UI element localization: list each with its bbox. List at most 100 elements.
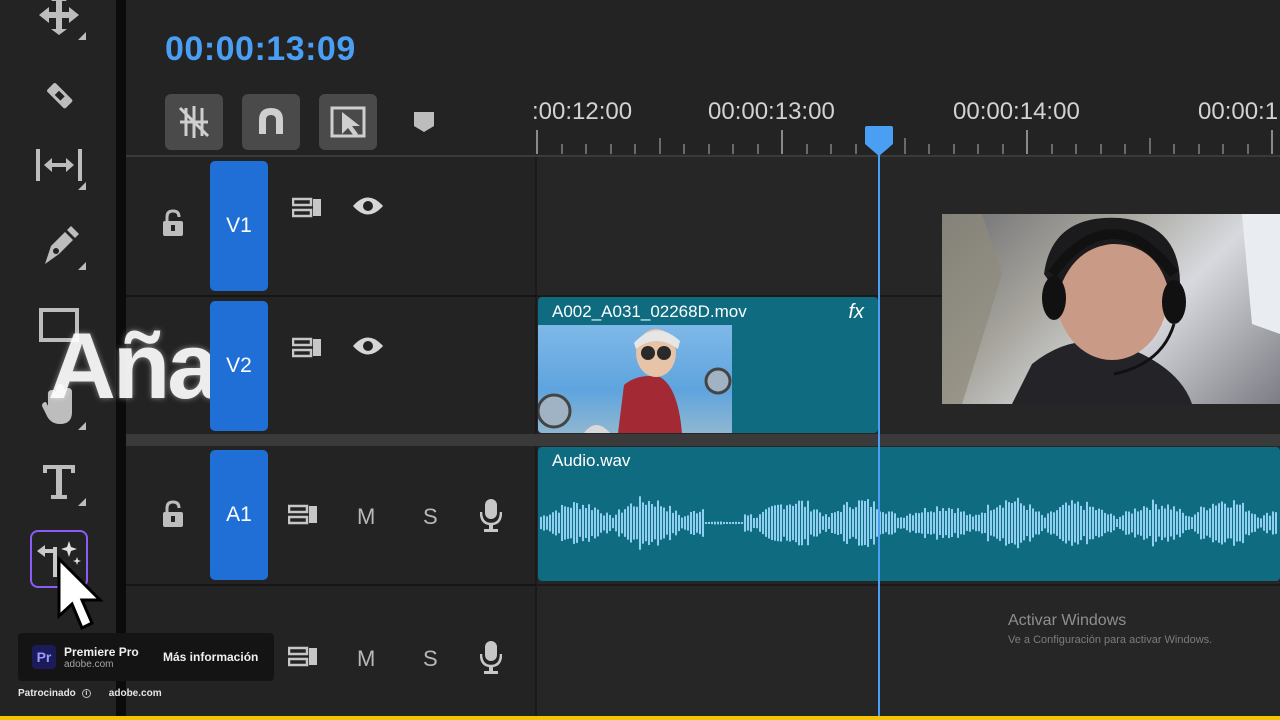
waveform-sample xyxy=(1071,500,1073,546)
waveform-sample xyxy=(624,509,626,537)
waveform-sample xyxy=(726,521,728,525)
playhead-line[interactable] xyxy=(878,150,880,720)
track-header-v1: V1 xyxy=(126,157,536,295)
waveform-sample xyxy=(768,507,770,539)
waveform-sample xyxy=(1239,504,1241,542)
mute-button[interactable]: M xyxy=(357,646,375,672)
waveform-sample xyxy=(912,515,914,531)
waveform-sample xyxy=(1233,500,1235,546)
insert-nest-toggle-button[interactable] xyxy=(165,94,223,150)
eye-icon[interactable] xyxy=(352,335,384,357)
playhead-handle[interactable] xyxy=(865,126,893,156)
waveform-sample xyxy=(1209,508,1211,538)
waveform-sample xyxy=(1032,508,1034,538)
waveform-sample xyxy=(657,500,659,546)
waveform-sample xyxy=(804,506,806,540)
waveform-sample xyxy=(570,507,572,539)
sync-lock-icon[interactable] xyxy=(292,337,322,359)
waveform-sample xyxy=(933,512,935,534)
waveform-sample xyxy=(1146,507,1148,539)
add-marker-icon[interactable] xyxy=(412,110,436,134)
type-tool-button[interactable] xyxy=(30,452,88,510)
waveform-sample xyxy=(993,509,995,537)
waveform-sample xyxy=(1188,516,1190,530)
fx-badge[interactable]: fx xyxy=(848,301,864,324)
ruler-tick xyxy=(1124,144,1126,154)
lock-icon[interactable] xyxy=(162,209,184,237)
waveform-sample xyxy=(573,502,575,544)
waveform-sample xyxy=(924,507,926,539)
track-target-v2[interactable]: V2 xyxy=(210,301,268,431)
info-icon[interactable]: i xyxy=(81,689,91,698)
waveform-sample xyxy=(1197,512,1199,534)
sync-lock-icon[interactable] xyxy=(292,197,322,219)
ruler-tick xyxy=(756,144,759,154)
pen-tool-button[interactable] xyxy=(30,216,88,274)
waveform-sample xyxy=(1104,512,1106,534)
waveform-sample xyxy=(972,516,974,530)
waveform-sample xyxy=(834,512,836,534)
waveform-sample xyxy=(930,511,932,535)
mute-button[interactable]: M xyxy=(357,504,375,530)
video-audio-divider[interactable] xyxy=(126,434,1280,446)
video-clip-name: A002_A031_02268D.mov xyxy=(552,302,747,321)
waveform-sample xyxy=(831,513,833,533)
waveform-sample xyxy=(1272,511,1274,535)
waveform-sample xyxy=(648,500,650,546)
waveform-sample xyxy=(687,515,689,531)
waveform-sample xyxy=(1065,502,1067,544)
ruler-tick xyxy=(658,138,661,154)
waveform-sample xyxy=(1026,509,1028,537)
waveform-sample xyxy=(792,505,794,541)
waveform-sample xyxy=(564,506,566,540)
sync-lock-icon[interactable] xyxy=(288,504,318,526)
waveform-sample xyxy=(813,509,815,537)
eye-icon[interactable] xyxy=(352,195,384,217)
waveform-sample xyxy=(696,513,698,533)
waveform-sample xyxy=(861,500,863,546)
waveform-sample xyxy=(1155,504,1157,542)
waveform-sample xyxy=(960,511,962,535)
waveform-sample xyxy=(1167,504,1169,542)
ruler-tick xyxy=(781,130,783,154)
video-clip[interactable]: A002_A031_02268D.mov fx xyxy=(538,297,878,433)
time-ruler[interactable]: :00:12:00 00:00:13:00 00:00:14:00 00:00:… xyxy=(532,90,1280,156)
waveform-sample xyxy=(1254,514,1256,532)
razor-tool-button[interactable] xyxy=(30,66,88,124)
audio-clip[interactable]: Audio.wav xyxy=(538,447,1280,581)
waveform-sample xyxy=(681,517,683,529)
move-tool-button[interactable] xyxy=(30,0,88,44)
bottom-highlight-bar xyxy=(0,716,1280,720)
waveform-sample xyxy=(1059,507,1061,539)
lock-icon[interactable] xyxy=(162,500,184,528)
linked-selection-button[interactable] xyxy=(319,94,377,150)
waveform-sample xyxy=(1149,510,1151,536)
waveform-sample xyxy=(1260,518,1262,528)
slip-tool-button[interactable] xyxy=(30,136,88,194)
waveform-sample xyxy=(1086,501,1088,545)
playhead-timecode[interactable]: 00:00:13:09 xyxy=(165,30,356,69)
waveform-sample xyxy=(1158,509,1160,537)
pen-icon xyxy=(45,226,79,264)
waveform-sample xyxy=(1182,512,1184,534)
waveform-sample xyxy=(729,521,731,525)
track-target-v1[interactable]: V1 xyxy=(210,161,268,291)
snap-button[interactable] xyxy=(242,94,300,150)
waveform-sample xyxy=(600,513,602,533)
move-arrows-icon xyxy=(39,0,79,35)
microphone-icon[interactable] xyxy=(480,498,502,532)
solo-button[interactable]: S xyxy=(423,504,438,530)
waveform-sample xyxy=(783,509,785,537)
sync-lock-icon[interactable] xyxy=(288,646,318,668)
razor-icon xyxy=(47,83,73,109)
waveform-sample xyxy=(1134,508,1136,538)
solo-button[interactable]: S xyxy=(423,646,438,672)
waveform-sample xyxy=(1044,517,1046,529)
waveform-sample xyxy=(618,509,620,537)
waveform-sample xyxy=(1173,506,1175,540)
waveform-sample xyxy=(978,514,980,532)
track-target-a1[interactable]: A1 xyxy=(210,450,268,580)
waveform-sample xyxy=(585,508,587,538)
waveform-sample xyxy=(948,507,950,539)
microphone-icon[interactable] xyxy=(480,640,502,674)
